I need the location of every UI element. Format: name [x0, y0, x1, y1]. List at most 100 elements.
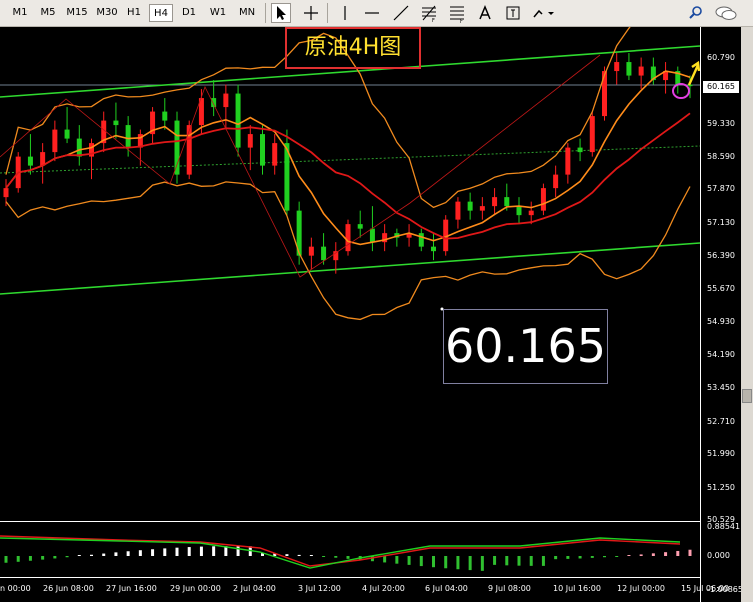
- price-axis-label: 54.190: [707, 350, 735, 360]
- chat-icon[interactable]: [713, 3, 739, 23]
- candle-body: [553, 174, 559, 189]
- cursor-icon[interactable]: [271, 3, 291, 23]
- macd-bar: [53, 556, 57, 559]
- svg-text:F: F: [460, 19, 463, 23]
- candle-body: [516, 206, 522, 216]
- macd-bar: [41, 556, 45, 560]
- macd-bar: [4, 556, 8, 563]
- current-price-marker: 60.165: [703, 81, 739, 93]
- price-axis: 60.790 59.330 58.590 57.870 57.130 56.390 55.6…: [700, 27, 743, 602]
- time-axis-label: 2 Jul 04:00: [233, 584, 276, 593]
- macd-bar: [16, 556, 20, 562]
- candle-body: [235, 93, 241, 148]
- macd-bar: [541, 556, 545, 566]
- candle-body: [125, 125, 131, 148]
- macd-bar: [199, 546, 203, 556]
- candle-body: [638, 66, 644, 76]
- price-chart[interactable]: [0, 27, 700, 521]
- horizontal-line-icon[interactable]: [362, 3, 382, 23]
- macd-bar: [322, 556, 326, 557]
- macd-indicator-panel[interactable]: [0, 522, 700, 577]
- timeframe-m5[interactable]: M5: [36, 4, 60, 22]
- macd-bar: [456, 556, 460, 570]
- macd-bar: [285, 554, 289, 556]
- timeframe-h1[interactable]: H1: [123, 4, 145, 22]
- label-icon[interactable]: [503, 3, 523, 23]
- candle-body: [64, 129, 70, 139]
- price-axis-label: 53.450: [707, 383, 735, 393]
- time-axis-label: 6 Jul 04:00: [425, 584, 468, 593]
- toolbar-separator: [265, 3, 266, 23]
- macd-bar: [419, 556, 423, 567]
- time-axis-label: n 00:00: [0, 584, 31, 593]
- price-axis-label: 52.710: [707, 416, 735, 426]
- candle-body: [479, 206, 485, 211]
- candle-body: [455, 201, 461, 220]
- macd-bar: [407, 556, 411, 565]
- price-axis-label: 51.990: [707, 449, 735, 459]
- macd-bar: [102, 553, 106, 556]
- timeframe-m1[interactable]: M1: [8, 4, 32, 22]
- macd-bar: [517, 556, 521, 566]
- candle-body: [504, 197, 510, 207]
- timeframe-m30[interactable]: M30: [94, 4, 120, 22]
- macd-bar: [639, 554, 643, 556]
- macd-bar: [212, 546, 216, 556]
- price-axis-label: 59.330: [707, 118, 735, 128]
- candle-body: [614, 62, 620, 72]
- macd-bar: [554, 556, 558, 560]
- price-axis-label: 51.250: [707, 482, 735, 492]
- macd-bar: [126, 551, 130, 556]
- timeframe-d1[interactable]: D1: [177, 4, 201, 22]
- candle-body: [565, 147, 571, 175]
- macd-bar: [297, 554, 301, 556]
- macd-bar: [114, 552, 118, 556]
- arrows-icon[interactable]: [530, 3, 558, 23]
- scrollbar-thumb[interactable]: [742, 389, 752, 403]
- text-icon[interactable]: [475, 3, 495, 23]
- time-axis-label: 15 Jul 06:00: [681, 584, 729, 593]
- macd-bar: [566, 556, 570, 559]
- candle-body: [369, 228, 375, 243]
- crosshair-icon[interactable]: [301, 3, 321, 23]
- macd-bar: [65, 556, 69, 558]
- trend-line-icon[interactable]: [391, 3, 411, 23]
- macd-bar: [627, 555, 631, 556]
- fibonacci-icon[interactable]: F: [419, 3, 439, 24]
- timeframe-mn[interactable]: MN: [234, 4, 260, 22]
- macd-bar: [187, 547, 191, 556]
- macd-bar: [90, 554, 93, 556]
- macd-bar: [664, 552, 668, 556]
- indicator-axis-label: 0.000: [707, 551, 730, 560]
- timeframe-h4[interactable]: H4: [149, 4, 173, 22]
- timeframe-m15[interactable]: M15: [64, 4, 90, 22]
- macd-bar: [151, 549, 155, 556]
- candle-body: [577, 147, 583, 153]
- candle-body: [76, 138, 82, 157]
- macd-bar: [444, 556, 448, 569]
- toolbar-separator: [327, 3, 328, 23]
- vertical-scrollbar[interactable]: [741, 27, 753, 602]
- timeframe-w1[interactable]: W1: [205, 4, 231, 22]
- price-axis-label: 58.590: [707, 152, 735, 162]
- candle-body: [418, 233, 424, 247]
- macd-bar: [468, 556, 472, 571]
- period-separator-icon[interactable]: F: [447, 3, 467, 25]
- candle-body: [467, 201, 473, 211]
- time-axis-label: 3 Jul 12:00: [298, 584, 341, 593]
- price-axis-label: 55.670: [707, 283, 735, 293]
- macd-bar: [175, 547, 179, 556]
- vertical-line-icon[interactable]: [335, 3, 355, 23]
- macd-bar: [578, 556, 582, 559]
- macd-bar: [346, 556, 350, 559]
- macd-bar: [432, 556, 435, 568]
- candle-body: [357, 224, 363, 229]
- macd-bar: [395, 556, 399, 564]
- search-icon[interactable]: [686, 3, 706, 23]
- candle-body: [3, 188, 9, 198]
- current-price-display[interactable]: 60.165: [443, 309, 608, 384]
- chart-title-annotation[interactable]: 原油4H图: [285, 27, 421, 69]
- svg-text:F: F: [432, 18, 435, 23]
- candle-body: [321, 246, 327, 261]
- macd-bar: [688, 549, 692, 556]
